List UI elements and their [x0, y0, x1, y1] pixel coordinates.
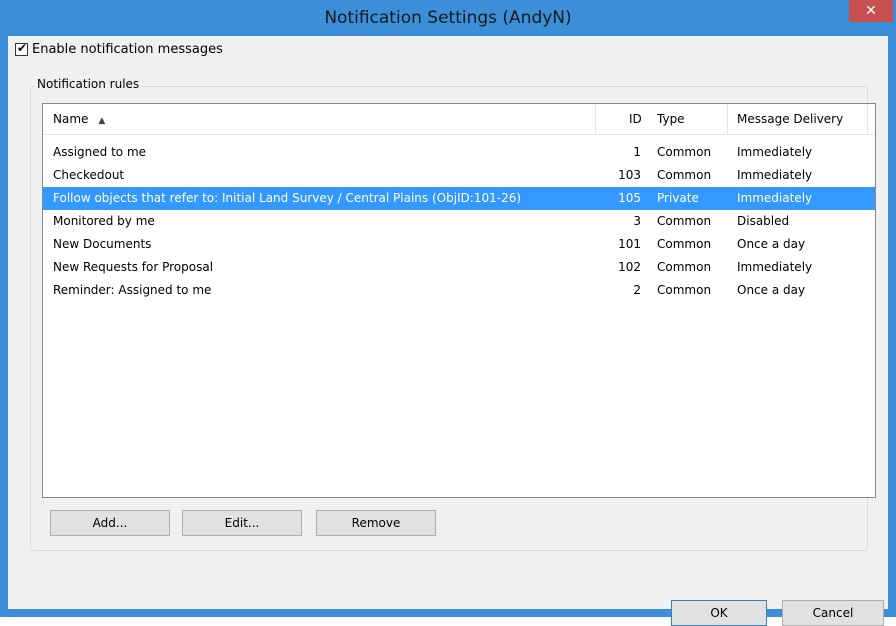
rule-id: 102 — [618, 260, 641, 274]
column-header-delivery[interactable]: Message Delivery — [737, 112, 843, 126]
close-icon: ✕ — [865, 3, 877, 19]
rule-delivery: Immediately — [737, 260, 813, 274]
rules-list[interactable]: Name ▲ ID Type Message Delivery Assigned … — [42, 103, 876, 498]
rule-delivery: Immediately — [737, 168, 813, 182]
edit-button[interactable]: Edit... — [182, 510, 302, 536]
rule-type: Common — [657, 260, 712, 274]
rule-row-selected[interactable]: Follow objects that refer to: Initial La… — [43, 187, 875, 210]
window-title: Notification Settings (AndyN) — [324, 8, 572, 28]
add-button[interactable]: Add... — [50, 510, 170, 536]
rule-name: New Requests for Proposal — [53, 260, 214, 274]
column-separator[interactable] — [595, 104, 596, 134]
rule-delivery: Once a day — [737, 283, 806, 297]
rule-name: Monitored by me — [53, 214, 155, 228]
checkmark-icon: ✔ — [17, 40, 28, 55]
rule-row[interactable]: Reminder: Assigned to me 2 Common Once a… — [43, 279, 875, 302]
rule-id: 101 — [618, 237, 641, 251]
notification-rules-label: Notification rules — [34, 77, 143, 91]
checkbox-box[interactable]: ✔ — [15, 40, 28, 56]
rule-row[interactable]: Monitored by me 3 Common Disabled — [43, 210, 875, 233]
cancel-button[interactable]: Cancel — [782, 600, 884, 626]
rule-id: 3 — [633, 214, 641, 228]
rule-row[interactable]: New Requests for Proposal 102 Common Imm… — [43, 256, 875, 279]
close-button[interactable]: ✕ — [849, 0, 893, 22]
enable-notifications-checkbox[interactable]: ✔ Enable notification messages — [15, 41, 223, 57]
rule-row[interactable]: New Documents 101 Common Once a day — [43, 233, 875, 256]
rule-type: Common — [657, 283, 712, 297]
rule-name: Reminder: Assigned to me — [53, 283, 212, 297]
column-header-type[interactable]: Type — [657, 112, 685, 126]
enable-notifications-label[interactable]: Enable notification messages — [32, 42, 223, 57]
rule-row[interactable]: Assigned to me 1 Common Immediately — [43, 141, 875, 164]
rule-id: 103 — [618, 168, 641, 182]
column-header-id[interactable]: ID — [629, 112, 642, 126]
remove-button[interactable]: Remove — [316, 510, 436, 536]
rule-id: 105 — [618, 191, 641, 205]
rule-type: Private — [657, 191, 699, 205]
title-bar[interactable]: Notification Settings (AndyN) ✕ — [0, 0, 896, 36]
column-separator[interactable] — [727, 104, 728, 134]
column-separator[interactable] — [867, 104, 868, 134]
rule-name: Follow objects that refer to: Initial La… — [53, 191, 522, 205]
sort-ascending-icon: ▲ — [98, 116, 106, 126]
rule-type: Common — [657, 145, 712, 159]
rule-type: Common — [657, 214, 712, 228]
rule-delivery: Disabled — [737, 214, 790, 228]
rule-name: Checkedout — [53, 168, 125, 182]
rule-id: 2 — [633, 283, 641, 297]
rule-name: Assigned to me — [53, 145, 147, 159]
column-name-label: Name — [53, 112, 89, 126]
rule-type: Common — [657, 237, 712, 251]
rule-delivery: Immediately — [737, 145, 813, 159]
rule-delivery: Immediately — [737, 191, 813, 205]
column-header-name[interactable]: Name ▲ — [53, 112, 105, 126]
rule-type: Common — [657, 168, 712, 182]
rule-id: 1 — [633, 145, 641, 159]
list-header: Name ▲ ID Type Message Delivery — [43, 104, 875, 135]
ok-button[interactable]: OK — [671, 600, 767, 626]
rule-delivery: Once a day — [737, 237, 806, 251]
rule-name: New Documents — [53, 237, 152, 251]
rule-row[interactable]: Checkedout 103 Common Immediately — [43, 164, 875, 187]
